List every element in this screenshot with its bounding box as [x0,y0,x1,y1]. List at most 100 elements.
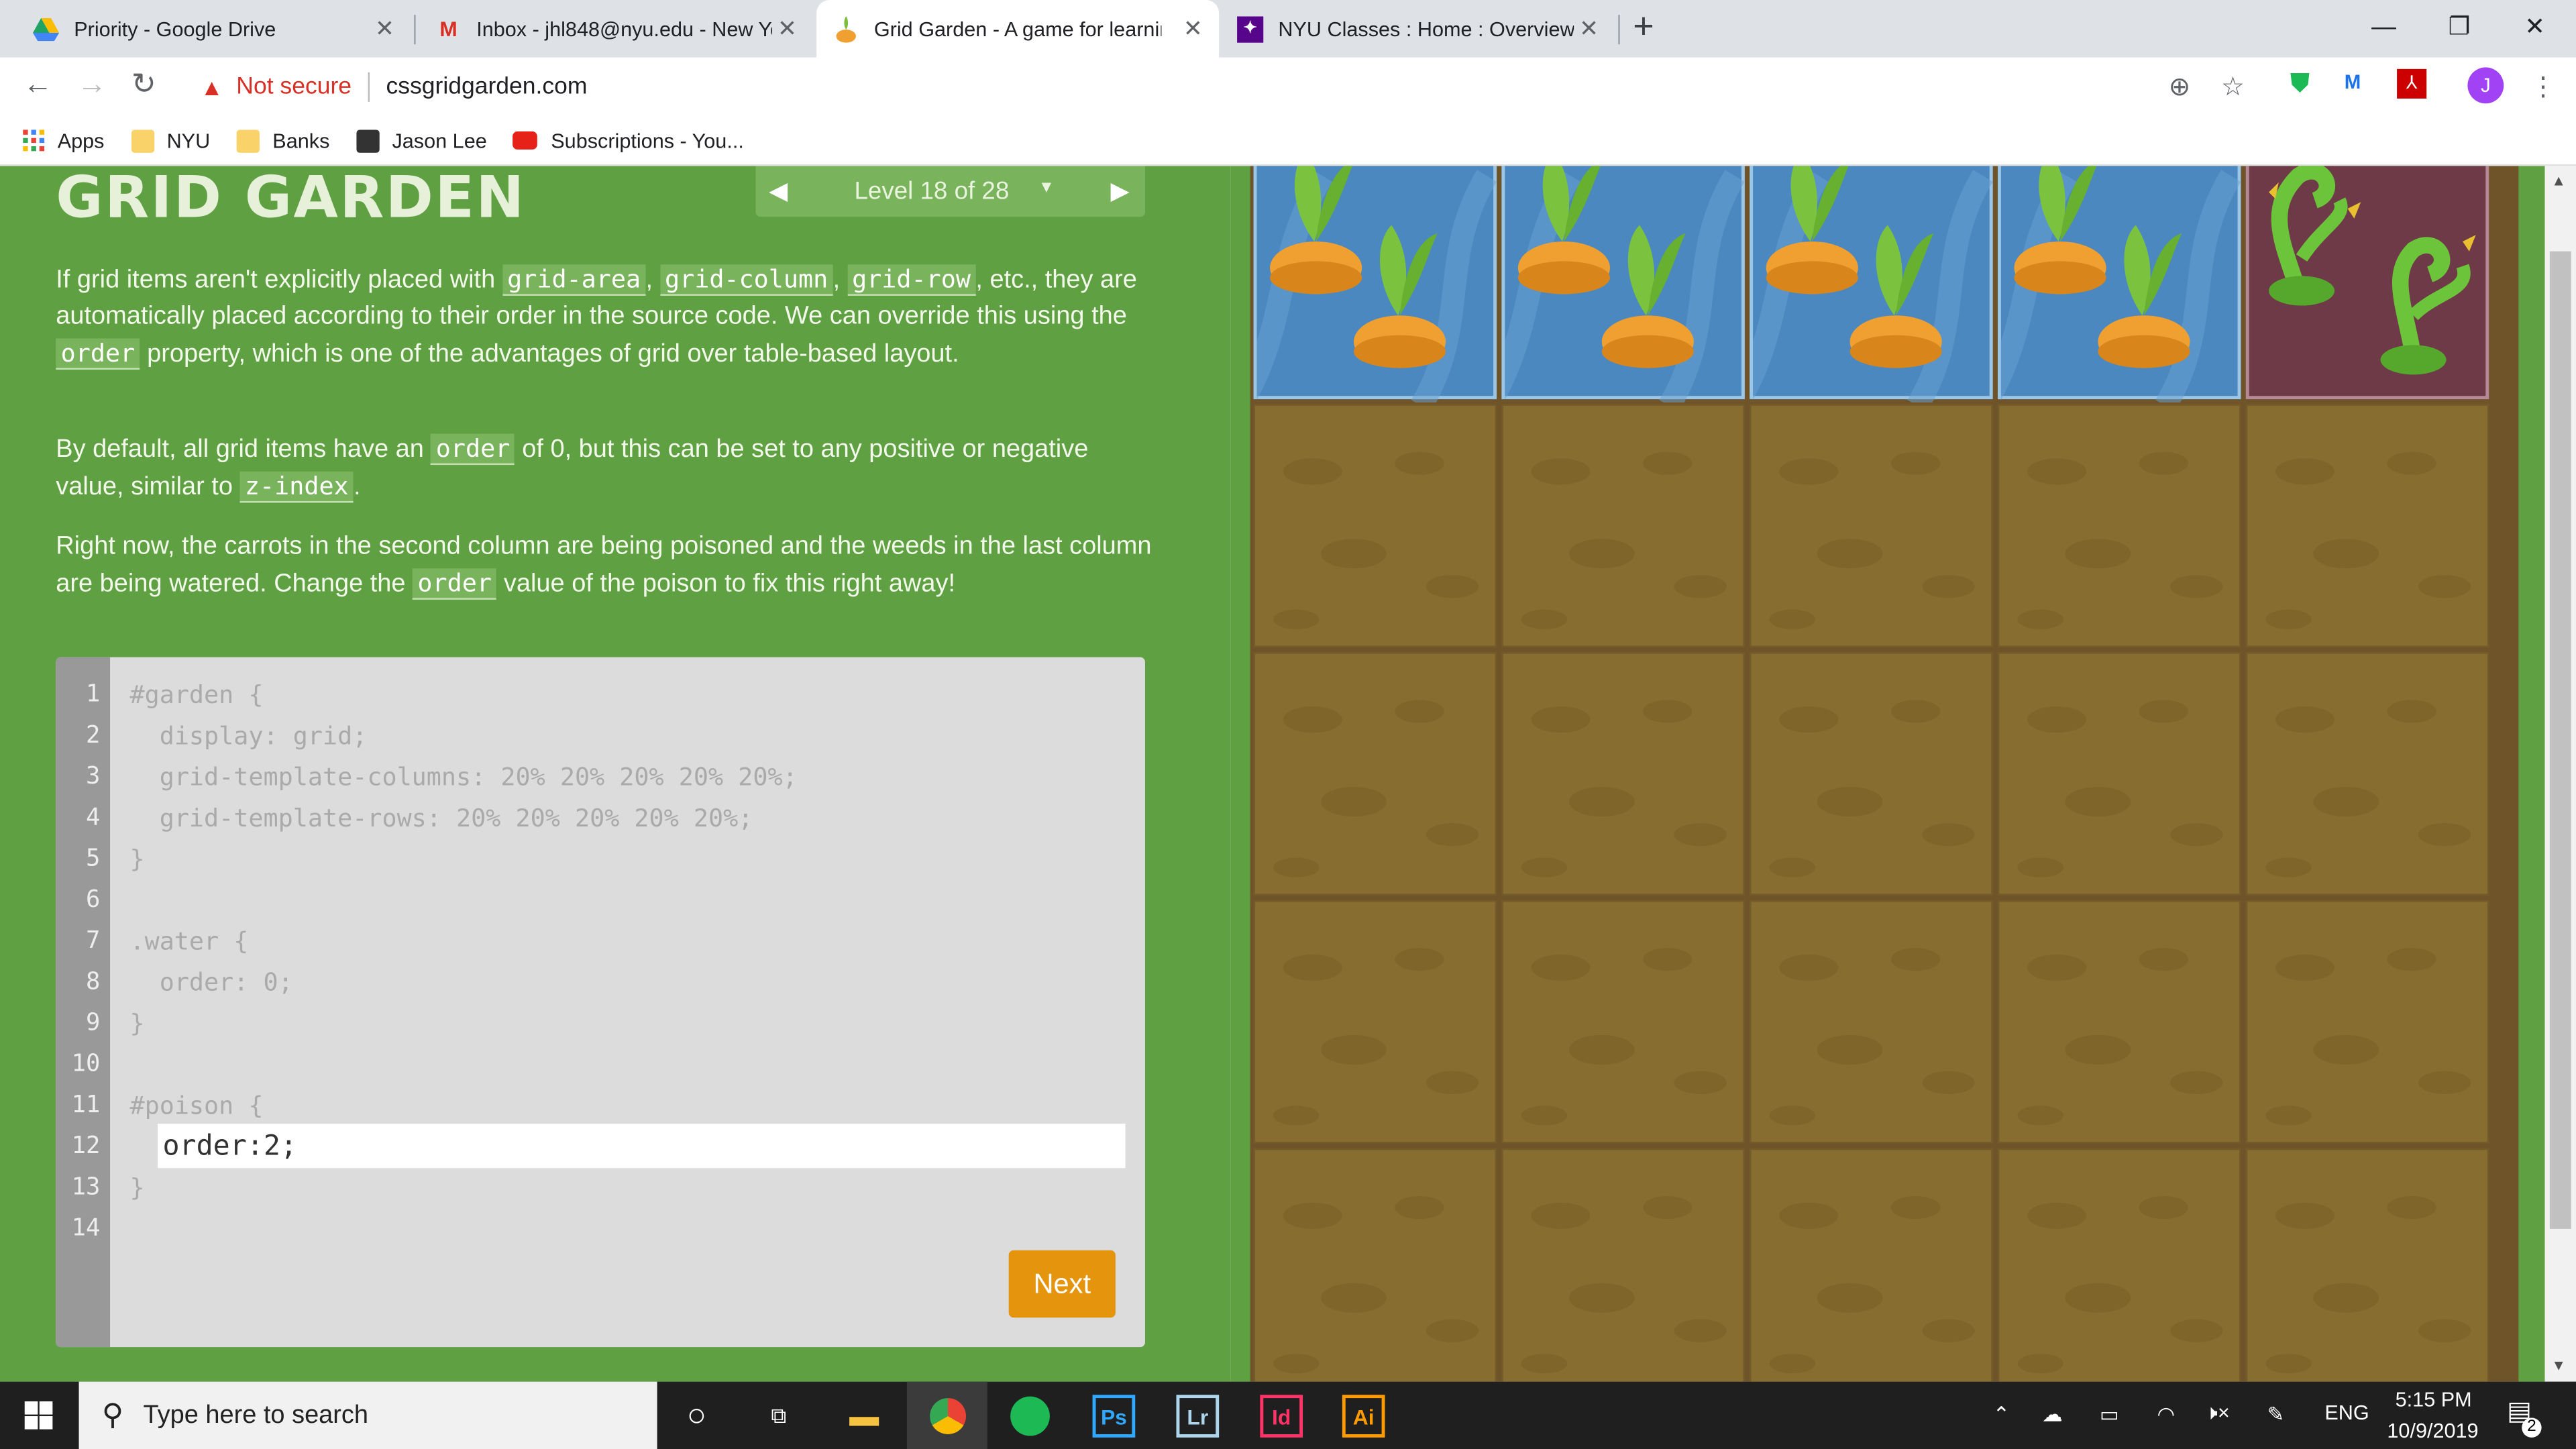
profile-avatar[interactable]: J [2467,67,2504,104]
scrollbar-thumb[interactable] [2549,251,2571,1229]
wifi-icon[interactable]: ◠ [2157,1401,2176,1426]
next-level-icon[interactable]: ▶ [1111,176,1130,205]
code-keyword: grid-area [502,264,646,296]
next-button[interactable]: Next [1008,1250,1116,1318]
soil-cell [1997,404,2241,647]
show-hidden-icons-icon[interactable]: ⌃ [1993,1401,2010,1426]
code-line: display: grid; [129,721,368,751]
bookmark-apps[interactable]: Apps [23,129,105,152]
level-selector[interactable]: ◀ Level 18 of 28 ▼ ▶ [755,166,1145,217]
soil-cell [2245,900,2489,1144]
code-line: .water { [129,926,249,957]
close-tab-icon[interactable]: ✕ [1183,15,1203,43]
zoom-icon[interactable]: ⊕ [2169,70,2191,103]
bookmark-banks[interactable]: Banks [236,129,329,152]
code-keyword: grid-column [659,264,833,296]
windows-start-icon[interactable] [24,1401,53,1430]
code-line: order: 0; [129,967,293,998]
close-tab-icon[interactable]: ✕ [777,15,797,43]
gmail-icon: M [439,16,458,42]
cortana-icon[interactable]: ○ [676,1395,718,1438]
address-bar[interactable]: ▲ Not secure cssgridgarden.com [177,62,2264,112]
shield-extension-icon[interactable]: ⛊ [2290,70,2310,100]
taskbar-search-box[interactable]: ⚲ Type here to search [78,1381,657,1449]
battery-icon[interactable]: ▭ [2100,1401,2119,1426]
tab-strip: Priority - Google Drive ✕ M Inbox - jhl8… [0,0,2576,58]
line-number-gutter: 1 2 3 4 5 6 7 8 9 10 11 12 13 14 [56,657,111,1348]
pen-icon[interactable]: ✎ [2267,1401,2285,1426]
scroll-up-icon[interactable]: ▲ [2551,172,2566,189]
code-keyword: order [413,568,497,600]
bookmarks-bar: Apps NYU Banks Jason Lee Subscriptions -… [0,116,2576,166]
extension-m-icon[interactable]: M [2345,70,2361,93]
code-line: #poison { [129,1091,264,1121]
clock-date[interactable]: 10/9/2019 [2387,1419,2478,1442]
clock-time[interactable]: 5:15 PM [2396,1388,2472,1411]
bookmark-jason-lee[interactable]: Jason Lee [356,129,487,152]
soil-cell [1997,1148,2241,1382]
soil-cell [1750,900,1993,1144]
bookmark-star-icon[interactable]: ☆ [2221,70,2245,103]
water-carrot-cell [1974,166,2241,412]
bookmark-nyu[interactable]: NYU [130,129,210,152]
soil-cell [1501,900,1745,1144]
photoshop-icon[interactable]: Ps [1092,1395,1136,1438]
code-line: grid-template-rows: 20% 20% 20% 20% 20%; [129,803,753,833]
illustrator-icon[interactable]: Ai [1342,1395,1385,1438]
close-window-button[interactable]: ✕ [2497,0,2573,52]
security-label[interactable]: Not secure [236,74,352,100]
chrome-taskbar-icon[interactable] [906,1381,987,1449]
reload-icon[interactable]: ↻ [131,67,156,101]
instructions-panel: GRID GARDEN ◀ Level 18 of 28 ▼ ▶ If grid… [0,166,1231,1382]
tab-gmail[interactable]: M Inbox - jhl848@nyu.edu - New Yo ✕ [419,0,813,58]
code-line: } [129,844,145,874]
tab-google-drive[interactable]: Priority - Google Drive ✕ [16,0,411,58]
bookmark-subscriptions[interactable]: Subscriptions - You... [513,129,744,152]
water-carrot-cell [1479,166,1745,412]
menu-icon[interactable]: ⋮ [2530,70,2556,103]
soil-cell [1501,652,1745,896]
close-tab-icon[interactable]: ✕ [1579,15,1599,43]
code-keyword: order [56,338,140,370]
youtube-icon [513,131,538,150]
back-icon[interactable]: ← [23,67,52,101]
grid-garden-icon [833,15,859,42]
task-view-icon[interactable]: ⧉ [757,1395,800,1438]
level-label[interactable]: Level 18 of 28 [854,177,1009,205]
apps-grid-icon [23,129,45,152]
onedrive-icon[interactable]: ☁ [2042,1401,2063,1426]
file-explorer-icon[interactable]: ▬ [843,1395,885,1438]
water-carrot-cell [1726,166,1993,412]
dropdown-caret-icon[interactable]: ▼ [1038,179,1055,197]
css-answer-input[interactable] [158,1124,1126,1169]
water-carrot-cell [1230,166,1497,412]
code-line: grid-template-columns: 20% 20% 20% 20% 2… [129,762,798,792]
lightroom-icon[interactable]: Lr [1176,1395,1220,1438]
url-text[interactable]: cssgridgarden.com [386,74,587,100]
soil-cell [2245,404,2489,647]
soil-cell [1750,1148,1993,1382]
warning-icon: ▲ [200,74,223,101]
forward-icon[interactable]: → [77,67,107,101]
tab-grid-garden[interactable]: Grid Garden - A game for learnin ✕ [816,0,1220,58]
soil-cell [2245,1148,2489,1382]
code-keyword: order [431,433,515,466]
language-indicator[interactable]: ENG [2324,1401,2369,1424]
tab-nyu-classes[interactable]: ✦ NYU Classes : Home : Overview ✕ [1221,0,1615,58]
new-tab-button[interactable]: + [1633,5,1654,48]
page-scrollbar[interactable]: ▲ ▼ [2544,166,2576,1382]
screen: Priority - Google Drive ✕ M Inbox - jhl8… [0,0,2576,1449]
spotify-icon[interactable] [1009,1395,1052,1438]
previous-level-icon[interactable]: ◀ [769,176,788,205]
scroll-down-icon[interactable]: ▼ [2551,1357,2566,1373]
restore-button[interactable]: ❐ [2422,0,2498,52]
soil-cell [1501,1148,1745,1382]
acrobat-extension-icon[interactable]: ⅄ [2397,68,2427,99]
close-tab-icon[interactable]: ✕ [375,15,394,43]
indesign-icon[interactable]: Id [1260,1395,1303,1438]
volume-muted-icon[interactable]: 🕨× [2205,1401,2230,1426]
minimize-button[interactable]: — [2346,0,2422,52]
garden-grid [1230,166,2519,1382]
google-drive-icon [32,15,60,42]
notification-count: 2 [2522,1417,2542,1438]
